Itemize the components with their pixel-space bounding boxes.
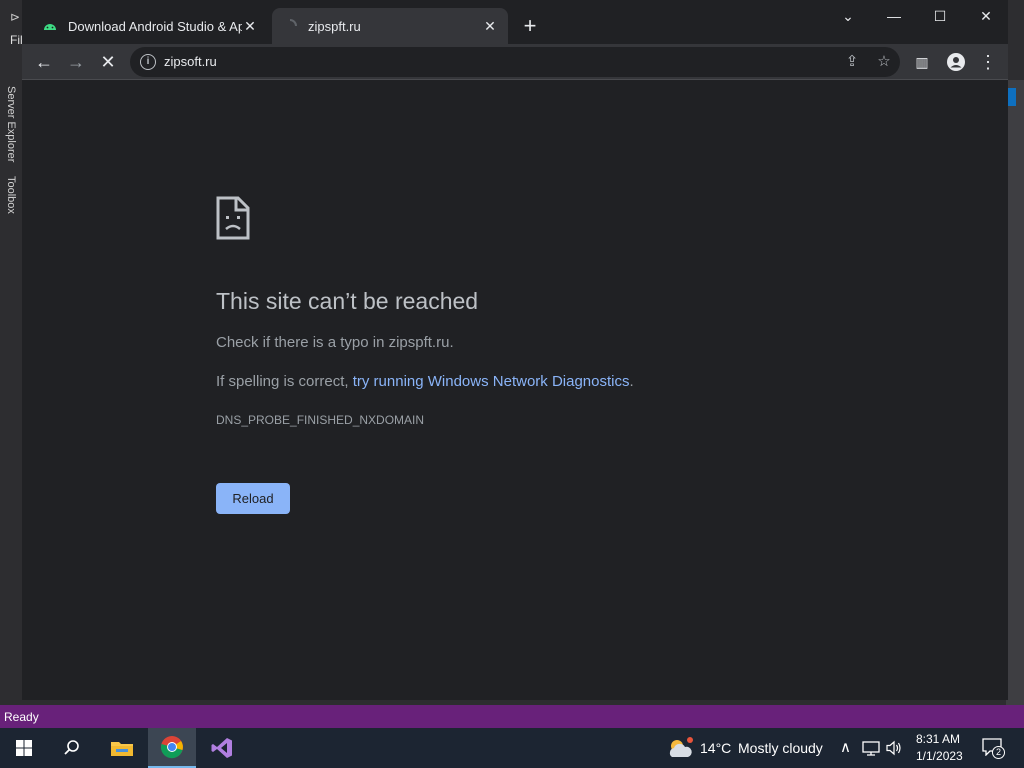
vs-scroll-marker [1008,88,1016,106]
error-diagnostics-hint: If spelling is correct, try running Wind… [216,373,634,390]
windows-start-icon[interactable] [0,728,48,768]
bookmark-star-icon[interactable]: ☆ [873,51,895,73]
weather-description[interactable]: Mostly cloudy [738,740,823,756]
visual-studio-taskbar-icon[interactable] [198,728,246,768]
network-icon[interactable] [862,741,880,756]
file-explorer-icon[interactable] [98,728,146,768]
browser-toolbar: ← → ✕ i zipsoft.ru ⇪ ☆ ▥ ⋮ [22,44,1008,80]
weather-cloud-icon[interactable] [666,736,694,760]
chrome-window: Download Android Studio & App ✕ zipspft.… [22,0,1008,700]
tab-title: zipspft.ru [308,18,361,34]
diagnostics-suffix: . [629,373,634,390]
loading-icon [289,19,297,27]
maximize-icon[interactable]: ☐ [917,4,963,28]
menu-kebab-icon[interactable]: ⋮ [974,48,1002,76]
weather-temperature[interactable]: 14°C [700,740,731,756]
error-code: DNS_PROBE_FINISHED_NXDOMAIN [216,413,425,427]
tab-android-studio[interactable]: Download Android Studio & App ✕ [32,8,268,44]
address-bar[interactable]: i zipsoft.ru ⇪ ☆ [130,47,900,77]
clock-date: 1/1/2023 [916,749,963,763]
tab-title: Download Android Studio & App [68,18,242,34]
share-icon[interactable]: ⇪ [841,51,863,73]
search-icon[interactable] [48,728,96,768]
error-title: This site can’t be reached [216,288,479,314]
vs-status-bar: Ready [0,705,1024,728]
volume-icon[interactable] [886,740,902,756]
close-tab-icon[interactable]: ✕ [242,18,258,34]
reload-button[interactable]: Reload [216,483,290,514]
site-info-icon[interactable]: i [140,54,156,70]
diagnostics-link[interactable]: try running Windows Network Diagnostics [353,373,630,390]
minimize-icon[interactable]: — [871,4,917,28]
error-typo-hint: Check if there is a typo in zipspft.ru. [216,334,454,351]
side-panel-icon[interactable]: ▥ [908,48,936,76]
clock-time: 8:31 AM [916,732,961,746]
stop-icon[interactable]: ✕ [94,48,122,76]
chevron-down-icon[interactable]: ⌄ [825,4,871,28]
chevron-up-icon[interactable]: ∧ [840,738,851,756]
page-content: This site can’t be reached Check if ther… [22,80,1008,700]
tab-strip: Download Android Studio & App ✕ zipspft.… [22,0,1008,44]
android-icon [44,24,56,30]
vs-right-scrollbar[interactable] [1006,80,1024,705]
close-icon[interactable]: ✕ [963,4,1009,28]
tab-zipspft[interactable]: zipspft.ru ✕ [272,8,508,44]
status-text: Ready [4,710,39,724]
profile-icon[interactable] [942,48,970,76]
toolbox-tab[interactable]: Toolbox [5,176,17,214]
diagnostics-prefix: If spelling is correct, [216,373,353,390]
close-tab-icon[interactable]: ✕ [482,18,498,34]
new-tab-button[interactable]: + [518,14,542,38]
vs-left-sidebar: Server Explorer Toolbox [0,80,22,705]
sad-page-icon [216,196,250,240]
notification-center-icon[interactable]: 2 [982,736,1006,760]
vs-file-menu[interactable]: Fil [10,33,23,47]
notification-count-badge: 2 [992,746,1005,759]
windows-taskbar: 14°C Mostly cloudy ∧ 8:31 AM 1/1/2023 2 [0,728,1024,768]
chrome-taskbar-icon[interactable] [148,728,196,768]
forward-icon[interactable]: → [62,48,90,76]
back-icon[interactable]: ← [30,48,58,76]
server-explorer-tab[interactable]: Server Explorer [5,86,17,162]
system-clock[interactable]: 8:31 AM 1/1/2023 [916,731,963,765]
address-text[interactable]: zipsoft.ru [164,54,217,69]
